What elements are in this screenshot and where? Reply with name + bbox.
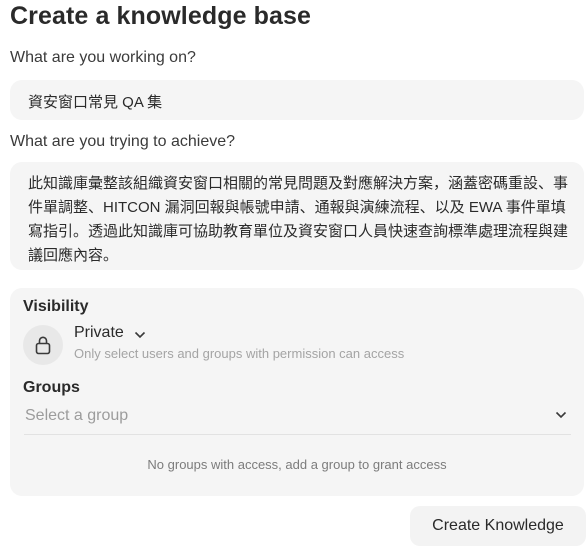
goal-field[interactable]: 此知識庫彙整該組織資安窗口相關的常見問題及對應解決方案，涵蓋密碼重設、事件單調整… — [10, 162, 584, 270]
chevron-down-icon — [134, 331, 146, 339]
visibility-select[interactable]: Private — [74, 324, 146, 342]
name-field[interactable]: 資安窗口常見 QA 集 — [10, 80, 584, 120]
lock-icon-badge — [23, 325, 63, 365]
goal-field-label: What are you trying to achieve? — [10, 133, 236, 150]
visibility-value: Private — [74, 324, 124, 341]
group-select-placeholder: Select a group — [25, 407, 129, 424]
groups-heading: Groups — [23, 379, 80, 396]
lock-icon — [34, 335, 52, 355]
visibility-heading: Visibility — [23, 298, 89, 315]
group-select[interactable]: Select a group — [24, 404, 571, 435]
name-field-label: What are you working on? — [10, 49, 196, 66]
page-title: Create a knowledge base — [10, 2, 312, 30]
groups-empty-message: No groups with access, add a group to gr… — [147, 457, 447, 472]
create-knowledge-button[interactable]: Create Knowledge — [410, 506, 586, 546]
access-panel: Visibility Private Only select users and… — [10, 288, 584, 496]
visibility-description: Only select users and groups with permis… — [74, 346, 405, 361]
chevron-down-icon — [555, 411, 567, 419]
